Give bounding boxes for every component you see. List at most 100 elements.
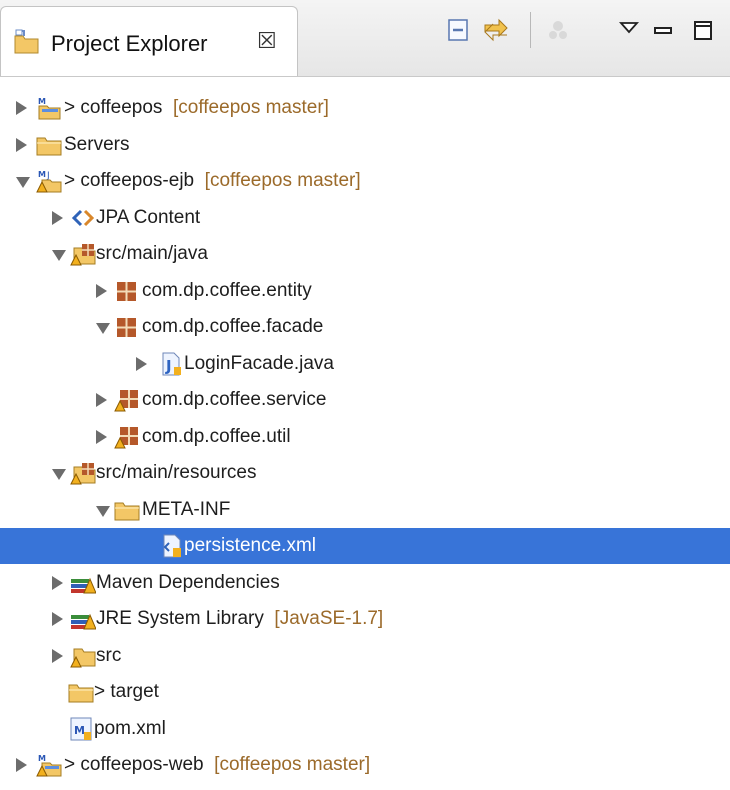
maven-web-project-icon: M xyxy=(36,753,62,777)
tree-item[interactable]: JRE System Library [JavaSE-1.7] xyxy=(0,601,730,637)
tree-item[interactable]: com.dp.coffee.service xyxy=(0,382,730,418)
project-explorer-tab[interactable]: Project Explorer ☒ xyxy=(0,6,298,76)
library-icon xyxy=(70,607,97,631)
tree-item[interactable]: src xyxy=(0,638,730,674)
svg-text:M: M xyxy=(74,724,85,737)
tree-item-label: src/main/java xyxy=(96,243,208,265)
svg-text:M: M xyxy=(38,754,46,763)
package-icon xyxy=(114,315,140,339)
tree-item-name: src/main/java xyxy=(96,243,208,264)
tree-item-name: Servers xyxy=(64,134,130,155)
tree-item[interactable]: Servers xyxy=(0,127,730,163)
jpa-content-icon xyxy=(70,206,96,230)
expand-arrow-icon[interactable] xyxy=(16,758,27,772)
tree-item[interactable]: M J > coffeepos-ejb [coffeepos master] xyxy=(0,163,730,199)
tree-item-label: > coffeepos-ejb [coffeepos master] xyxy=(64,170,361,192)
expand-arrow-icon[interactable] xyxy=(52,211,63,225)
tree-item-label: com.dp.coffee.facade xyxy=(142,316,323,338)
folder-icon xyxy=(114,498,140,522)
tree-item-name: JPA Content xyxy=(96,207,201,228)
tree-item-label: Servers xyxy=(64,134,129,156)
tree-item-label: > target xyxy=(94,681,159,703)
toolbar-separator xyxy=(530,12,531,48)
tree-item[interactable]: J LoginFacade.java xyxy=(0,346,730,382)
expand-arrow-icon[interactable] xyxy=(96,430,107,444)
tree-item[interactable]: META-INF xyxy=(0,492,730,528)
library-icon xyxy=(70,571,97,595)
tree-item-name: > coffeepos xyxy=(64,97,163,118)
minimize-button[interactable] xyxy=(648,8,678,52)
tree-item[interactable]: com.dp.coffee.facade xyxy=(0,309,730,345)
tree-item-label: JRE System Library [JavaSE-1.7] xyxy=(96,608,383,630)
tree-item-name: persistence.xml xyxy=(184,535,316,556)
focus-button[interactable] xyxy=(540,8,576,52)
tree-item-label: src/main/resources xyxy=(96,462,257,484)
tree-item-name: pom.xml xyxy=(94,718,166,739)
link-with-editor-button[interactable] xyxy=(478,8,514,52)
close-view-icon[interactable]: ☒ xyxy=(257,28,277,54)
package-icon xyxy=(114,279,140,303)
svg-text:J: J xyxy=(165,357,172,375)
view-menu-button[interactable] xyxy=(614,8,644,52)
tree-item[interactable]: src/main/java xyxy=(0,236,730,272)
tree-item[interactable]: Mpom.xml xyxy=(0,711,730,747)
collapse-arrow-icon[interactable] xyxy=(16,177,30,188)
tree-item[interactable]: JPA Content xyxy=(0,200,730,236)
view-title: Project Explorer xyxy=(51,31,208,56)
tree-item-label: pom.xml xyxy=(94,718,166,740)
tree-item-label: LoginFacade.java xyxy=(184,353,334,375)
git-decoration: [coffeepos master] xyxy=(162,97,329,118)
tree-item[interactable]: Maven Dependencies xyxy=(0,565,730,601)
tree-item-label: persistence.xml xyxy=(184,535,316,557)
expand-arrow-icon[interactable] xyxy=(52,576,63,590)
tree-item-name: JRE System Library xyxy=(96,608,264,629)
collapse-arrow-icon[interactable] xyxy=(52,469,66,480)
maximize-button[interactable] xyxy=(686,8,720,52)
tree-item-label: JPA Content xyxy=(96,207,200,229)
tree-item[interactable]: M > coffeepos-web [coffeepos master] xyxy=(0,747,730,783)
source-folder-icon xyxy=(70,242,96,266)
tree-item-label: > coffeepos-web [coffeepos master] xyxy=(64,754,370,776)
collapse-all-icon xyxy=(448,19,468,41)
maven-project-icon: M xyxy=(36,96,62,120)
tree-item-name: com.dp.coffee.service xyxy=(142,389,327,410)
tree-item-label: com.dp.coffee.service xyxy=(142,389,326,411)
tree-item[interactable]: com.dp.coffee.entity xyxy=(0,273,730,309)
java-file-icon: J xyxy=(158,352,184,376)
tree-item[interactable]: src/main/resources xyxy=(0,455,730,491)
tree-item-label: > coffeepos [coffeepos master] xyxy=(64,97,329,119)
minimize-icon xyxy=(654,27,672,34)
tree-item-name: > coffeepos-ejb xyxy=(64,170,195,191)
tree-item-name: src/main/resources xyxy=(96,462,257,483)
folder-warning-icon xyxy=(70,644,96,668)
expand-arrow-icon[interactable] xyxy=(136,357,147,371)
tree-item-name: META-INF xyxy=(142,499,231,520)
tree-item[interactable]: persistence.xml xyxy=(0,528,730,564)
git-decoration: [JavaSE-1.7] xyxy=(263,608,384,629)
link-with-editor-icon xyxy=(484,18,508,42)
tree-item-label: com.dp.coffee.util xyxy=(142,426,291,448)
tree-item-name: Maven Dependencies xyxy=(96,572,280,593)
collapse-arrow-icon[interactable] xyxy=(96,506,110,517)
package-warning-icon xyxy=(114,425,140,449)
collapse-arrow-icon[interactable] xyxy=(96,323,110,334)
tree-item-name: > coffeepos-web xyxy=(64,754,204,775)
expand-arrow-icon[interactable] xyxy=(16,101,27,115)
expand-arrow-icon[interactable] xyxy=(96,393,107,407)
expand-arrow-icon[interactable] xyxy=(16,138,27,152)
project-explorer-icon xyxy=(13,29,41,60)
tree-item-name: LoginFacade.java xyxy=(184,353,334,374)
expand-arrow-icon[interactable] xyxy=(52,612,63,626)
git-decoration: [coffeepos master] xyxy=(194,170,361,191)
collapse-all-button[interactable] xyxy=(442,8,474,52)
tree-item[interactable]: > target xyxy=(0,674,730,710)
tree-item-name: src xyxy=(96,645,122,666)
view-header: Project Explorer ☒ xyxy=(0,0,730,77)
maven-ejb-project-icon: MJ xyxy=(36,169,62,193)
tree-item[interactable]: M > coffeepos [coffeepos master] xyxy=(0,90,730,126)
expand-arrow-icon[interactable] xyxy=(52,649,63,663)
collapse-arrow-icon[interactable] xyxy=(52,250,66,261)
expand-arrow-icon[interactable] xyxy=(96,284,107,298)
tree-item-name: com.dp.coffee.facade xyxy=(142,316,324,337)
tree-item[interactable]: com.dp.coffee.util xyxy=(0,419,730,455)
